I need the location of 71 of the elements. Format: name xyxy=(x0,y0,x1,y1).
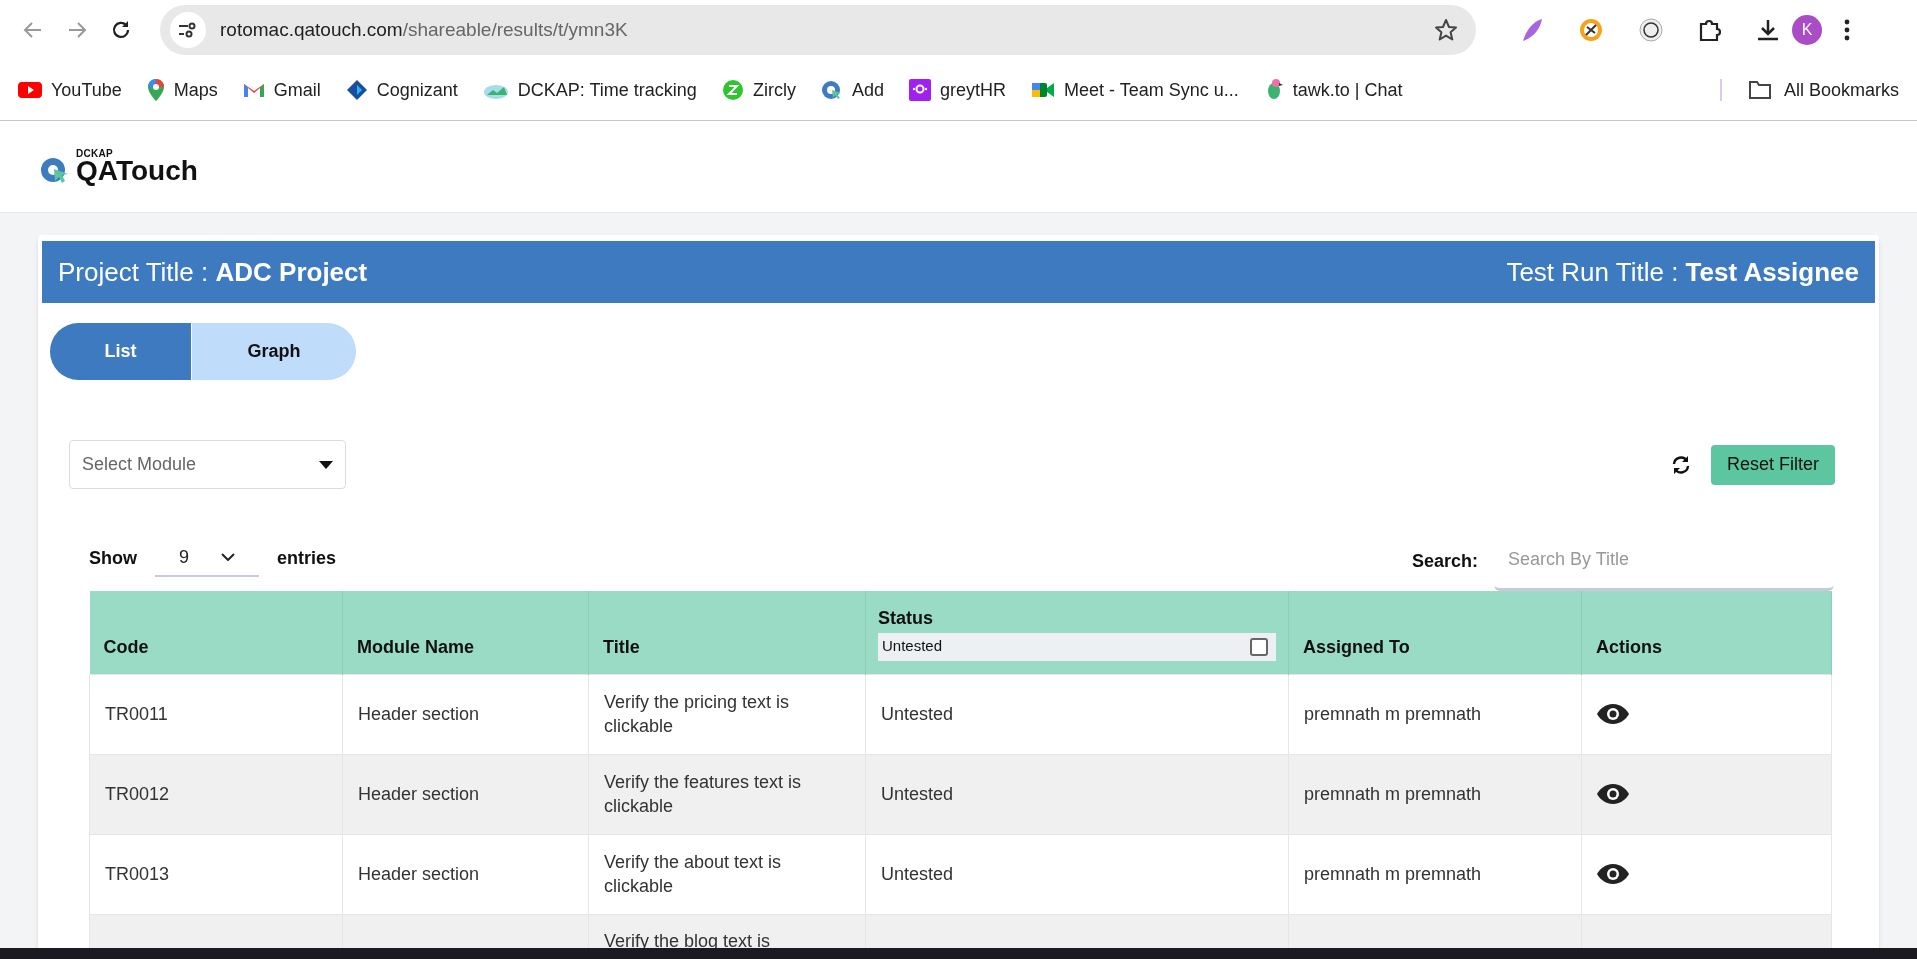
bookmark[interactable]: DCKAP: Time tracking xyxy=(482,76,697,104)
star-icon[interactable] xyxy=(1434,18,1458,42)
logo: DCKAP QATouch xyxy=(40,148,198,185)
status-filter[interactable]: Untested xyxy=(878,632,1276,661)
table-cell: TR0013 xyxy=(105,864,170,884)
column-header: Assigned To xyxy=(1303,636,1410,657)
bookmark[interactable]: greytHR xyxy=(908,76,1006,104)
table-cell: premnath m premnath xyxy=(1304,704,1482,724)
bookmark[interactable]: YouTube xyxy=(18,76,122,104)
bookmark-icon xyxy=(721,79,744,101)
all-bookmarks-link[interactable]: All Bookmarks xyxy=(1747,76,1899,104)
table-cell: Verify the pricing text is clickable xyxy=(604,692,790,736)
search-label: Search: xyxy=(1411,549,1478,573)
bookmark-icon xyxy=(820,79,843,101)
view-tab[interactable]: List xyxy=(50,323,192,380)
table-cell: Verify the features text is clickable xyxy=(604,772,802,816)
bookmark[interactable]: Maps xyxy=(146,76,218,104)
view-tab[interactable]: Graph xyxy=(192,323,356,380)
reload-icon[interactable] xyxy=(110,19,132,41)
column-header: Actions xyxy=(1596,636,1662,657)
show-label: Show xyxy=(89,546,137,570)
table-cell: Untested xyxy=(881,864,954,884)
column-header: Status xyxy=(878,606,933,630)
bookmark-icon xyxy=(146,78,165,102)
table-cell: premnath m premnath xyxy=(1304,864,1482,884)
module-select[interactable]: Select Module xyxy=(69,440,346,489)
eye-icon[interactable] xyxy=(1596,703,1630,725)
bookmark[interactable]: Zircly xyxy=(721,76,796,104)
table-cell: Header section xyxy=(358,784,480,804)
extension-icon[interactable] xyxy=(1578,17,1604,43)
bookmark-icon xyxy=(908,79,931,101)
column-header: Title xyxy=(603,636,640,657)
table-cell: Untested xyxy=(881,704,954,724)
puzzle-icon[interactable] xyxy=(1698,18,1722,42)
bookmark-icon xyxy=(1030,80,1055,100)
project-title: Project Title : ADC Project xyxy=(58,255,368,289)
table-cell: TR0012 xyxy=(105,784,170,804)
profile-avatar[interactable]: K xyxy=(1792,15,1822,45)
table-cell: Verify the about text is clickable xyxy=(604,852,782,896)
download-icon[interactable] xyxy=(1756,18,1780,42)
bookmark[interactable]: Cognizant xyxy=(345,76,458,104)
table-cell: Header section xyxy=(358,704,480,724)
bookmark-icon xyxy=(242,82,265,98)
caret-icon xyxy=(319,460,333,469)
column-header: Module Name xyxy=(357,636,475,657)
url-text: rotomac.qatouch.com/shareable/results/t/ymn3K xyxy=(220,17,628,42)
folder-icon xyxy=(1747,80,1772,100)
eye-icon[interactable] xyxy=(1596,863,1630,885)
feather-icon[interactable] xyxy=(1520,17,1544,43)
chevron-icon xyxy=(221,553,235,561)
table-cell: Header section xyxy=(358,864,480,884)
address-bar[interactable]: rotomac.qatouch.com/shareable/results/t/ymn3K xyxy=(160,5,1476,55)
bookmark[interactable]: Meet - Team Sync u... xyxy=(1030,76,1239,104)
bookmark-icon xyxy=(345,79,368,101)
bookmark-icon xyxy=(18,81,42,99)
site-settings-icon[interactable] xyxy=(178,22,198,38)
table-cell: TR0011 xyxy=(105,704,168,724)
bookmark[interactable]: Add xyxy=(820,76,884,104)
eye-icon[interactable] xyxy=(1596,783,1630,805)
table-cell: premnath m premnath xyxy=(1304,784,1482,804)
reset-filter-button[interactable]: Reset Filter xyxy=(1710,444,1835,485)
test-run-title: Test Run Title : Test Assignee xyxy=(1506,255,1859,289)
menu-icon[interactable] xyxy=(1844,19,1850,41)
refresh-icon[interactable] xyxy=(1670,454,1691,475)
column-header: Code xyxy=(103,636,149,657)
table-cell: Untested xyxy=(881,784,954,804)
bookmark[interactable]: Gmail xyxy=(242,76,321,104)
entries-select[interactable]: 9 xyxy=(155,539,259,577)
bookmark[interactable]: tawk.to | Chat xyxy=(1263,76,1403,104)
checkbox[interactable] xyxy=(1250,637,1268,656)
entries-label: entries xyxy=(277,546,337,570)
